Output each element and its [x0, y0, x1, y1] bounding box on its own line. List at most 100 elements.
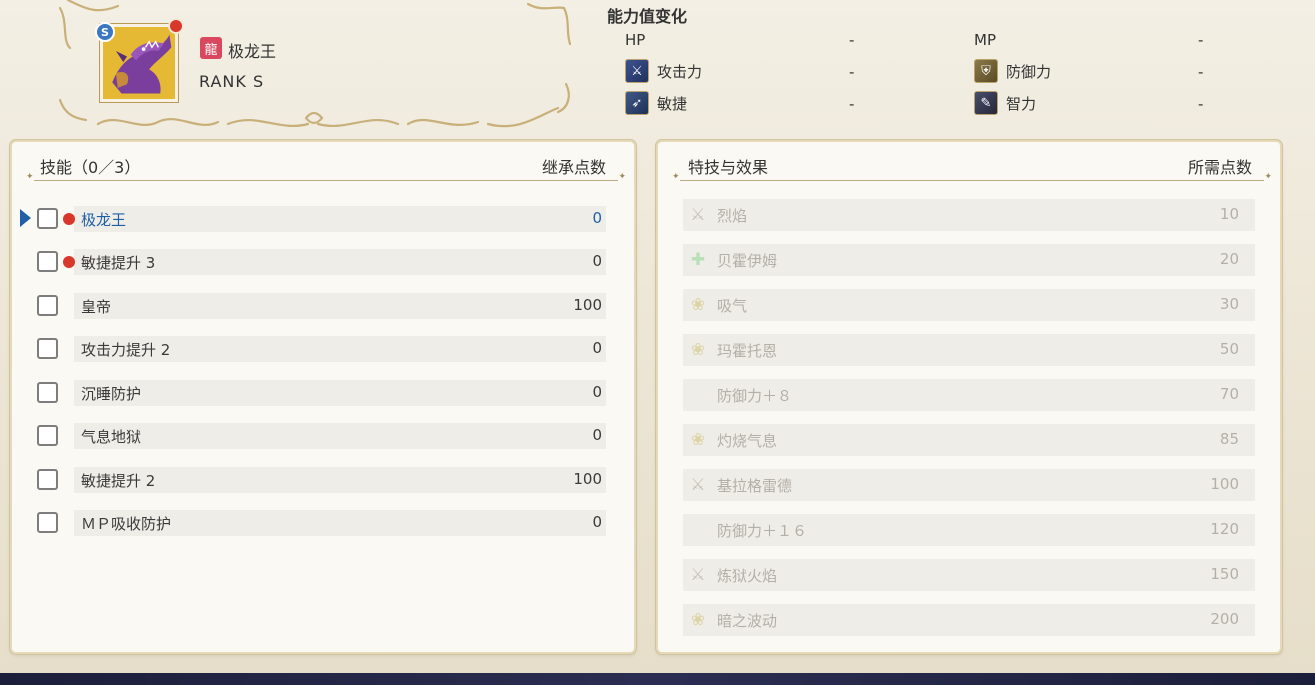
trait-row: 防御力＋１６ 120: [683, 514, 1255, 546]
trait-points: 150: [1210, 565, 1239, 583]
monster-rank: RANK S: [199, 72, 265, 91]
trait-points: 85: [1219, 430, 1239, 448]
trait-row: ❀ 灼烧气息 85: [683, 424, 1255, 456]
row-background: [74, 293, 606, 319]
new-indicator-dot: [168, 18, 184, 34]
bottom-bar: [0, 673, 1315, 685]
sword-icon: ⚔: [690, 205, 706, 225]
skill-row[interactable]: 沉睡防护 0: [36, 380, 608, 406]
skill-checkbox[interactable]: [37, 295, 58, 316]
trait-label: 玛霍托恩: [717, 342, 778, 360]
skill-points: 0: [592, 339, 602, 357]
trait-row: 防御力＋８ 70: [683, 379, 1255, 411]
stat-agility-value: -: [849, 95, 855, 113]
skill-points: 100: [573, 470, 602, 488]
skill-label: 敏捷提升 2: [81, 472, 156, 490]
trait-label: 基拉格雷德: [717, 477, 793, 495]
skill-row[interactable]: 敏捷提升 3 0: [36, 249, 608, 275]
skill-points: 0: [592, 252, 602, 270]
trait-row: ⚔ 基拉格雷德 100: [683, 469, 1255, 501]
stat-attack-value: -: [849, 63, 855, 81]
trait-label: 烈焰: [717, 207, 748, 225]
shield-icon: ⛨: [974, 59, 998, 83]
trait-label: 灼烧气息: [717, 432, 778, 450]
stat-mp-label: MP: [974, 31, 996, 49]
skills-points-header: 继承点数: [541, 158, 606, 177]
stat-mp-value: -: [1198, 31, 1204, 49]
skill-checkbox[interactable]: [37, 208, 58, 229]
stat-changes-title: 能力值变化: [607, 7, 688, 26]
trait-points: 10: [1219, 205, 1239, 223]
row-background: [74, 380, 606, 406]
skill-checkbox[interactable]: [37, 251, 58, 272]
skill-label: 气息地狱: [81, 428, 142, 446]
skill-row[interactable]: ＭＰ吸收防护 0: [36, 510, 608, 536]
new-indicator-dot: [63, 213, 75, 225]
stat-defense-value: -: [1198, 63, 1204, 81]
breath-icon: ❀: [690, 610, 706, 630]
stat-attack: ⚔ 攻击力: [625, 59, 702, 83]
traits-panel-title: 特技与效果: [688, 158, 769, 177]
selection-cursor-icon: [20, 209, 31, 227]
traits-points-header: 所需点数: [1187, 158, 1252, 177]
sword-icon: ⚔: [625, 59, 649, 83]
skill-row[interactable]: 敏捷提升 2 100: [36, 467, 608, 493]
trait-points: 30: [1219, 295, 1239, 313]
skill-points: 100: [573, 296, 602, 314]
skill-row[interactable]: 极龙王 0: [36, 206, 608, 232]
skill-row[interactable]: 攻击力提升 2 0: [36, 336, 608, 362]
skills-panel-title: 技能（0／3）: [40, 158, 141, 177]
skill-checkbox[interactable]: [37, 338, 58, 359]
row-background: [74, 423, 606, 449]
skill-points: 0: [592, 426, 602, 444]
trait-label: 吸气: [717, 297, 748, 315]
skill-label: 沉睡防护: [81, 385, 142, 403]
skill-checkbox[interactable]: [37, 469, 58, 490]
trait-label: 贝霍伊姆: [717, 252, 778, 270]
dragon-type-icon: 龍: [200, 37, 222, 59]
stat-defense: ⛨ 防御力: [974, 59, 1051, 83]
breath-icon: ❀: [690, 340, 706, 360]
skill-label: ＭＰ吸收防护: [81, 515, 172, 533]
skill-points: 0: [592, 513, 602, 531]
stat-intelligence: ✎ 智力: [974, 91, 1036, 115]
trait-row: ❀ 暗之波动 200: [683, 604, 1255, 636]
scholar-cap-icon: ✎: [974, 91, 998, 115]
stat-agility: ➶ 敏捷: [625, 91, 687, 115]
skill-checkbox[interactable]: [37, 512, 58, 533]
stat-mp: MP: [974, 28, 996, 52]
trait-row: ✚ 贝霍伊姆 20: [683, 244, 1255, 276]
stat-defense-label: 防御力: [1006, 62, 1052, 81]
trait-points: 120: [1210, 520, 1239, 538]
trait-points: 100: [1210, 475, 1239, 493]
sword-icon: ⚔: [690, 565, 706, 585]
skills-header-divider: [26, 172, 626, 182]
breath-icon: ❀: [690, 295, 706, 315]
skill-row[interactable]: 皇帝 100: [36, 293, 608, 319]
skill-points: 0: [592, 209, 602, 227]
skill-row[interactable]: 气息地狱 0: [36, 423, 608, 449]
trait-points: 50: [1219, 340, 1239, 358]
skill-checkbox[interactable]: [37, 425, 58, 446]
skill-checkbox[interactable]: [37, 382, 58, 403]
trait-points: 20: [1219, 250, 1239, 268]
trait-label: 防御力＋８: [717, 387, 793, 405]
stat-hp-label: HP: [625, 31, 646, 49]
trait-row: ❀ 玛霍托恩 50: [683, 334, 1255, 366]
stat-agility-label: 敏捷: [657, 94, 688, 113]
heal-cross-icon: ✚: [690, 250, 706, 270]
skill-label: 敏捷提升 3: [81, 254, 156, 272]
stat-intelligence-value: -: [1198, 95, 1204, 113]
trait-label: 暗之波动: [717, 612, 778, 630]
trait-points: 70: [1219, 385, 1239, 403]
monster-name: 极龙王: [228, 42, 277, 61]
traits-header-divider: [672, 172, 1272, 182]
trait-label: 炼狱火焰: [717, 567, 778, 585]
trait-label: 防御力＋１６: [717, 522, 808, 540]
skill-label: 皇帝: [81, 298, 112, 316]
skill-label: 攻击力提升 2: [81, 341, 171, 359]
breath-icon: ❀: [690, 430, 706, 450]
boot-icon: ➶: [625, 91, 649, 115]
trait-row: ❀ 吸气 30: [683, 289, 1255, 321]
new-indicator-dot: [63, 256, 75, 268]
